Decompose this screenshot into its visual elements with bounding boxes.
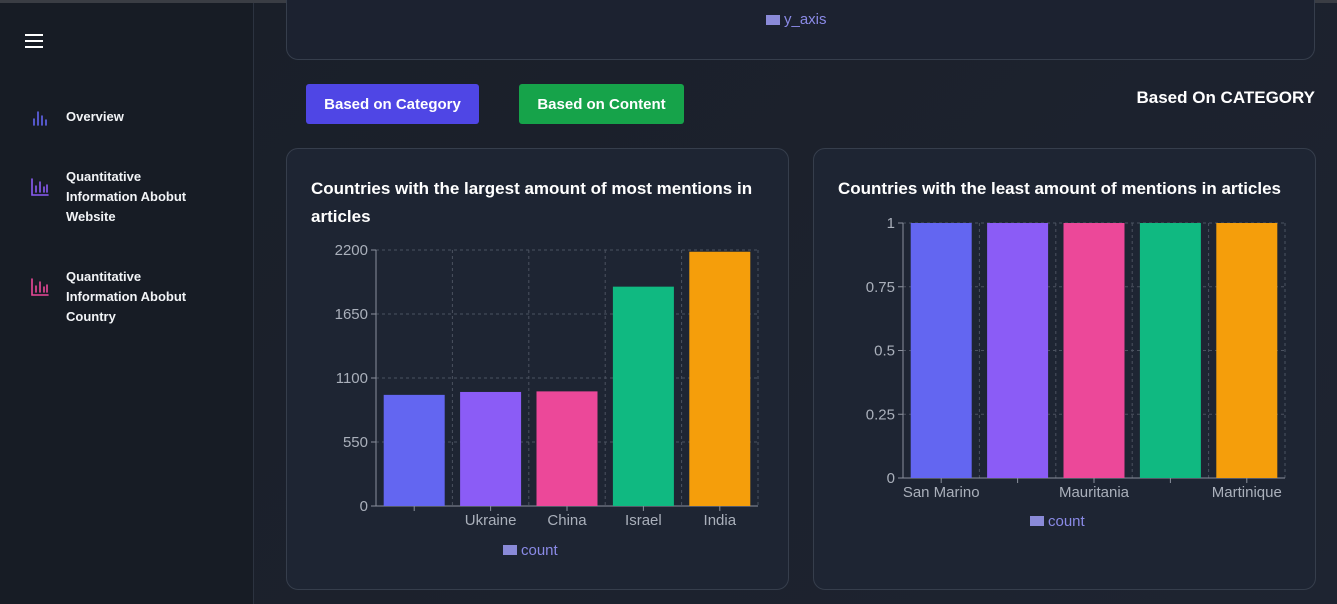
bar[interactable] [987,223,1049,478]
bar[interactable] [383,394,445,506]
y-tick-label: 0.5 [874,343,895,360]
bar-chart-box-icon [31,178,49,196]
least-mentions-bar-chart: 0 0.25 0.5 0.75 1 San Marino Mauritania Martini… [866,215,1286,530]
menu-icon[interactable] [25,34,43,48]
chart-card-least-mentions: Countries with the least amount of menti… [813,148,1316,590]
bar[interactable] [1063,223,1125,478]
legend-label: y_axis [784,11,827,28]
sidebar-item-label: Overview [66,109,124,124]
x-tick-label: Ukraine [465,512,517,529]
y-tick-label: 550 [343,434,368,451]
legend-swatch [766,14,780,25]
bar-chart-box-icon [31,278,49,296]
bar[interactable] [460,391,522,506]
previous-chart-card: y_axis [286,0,1315,60]
bar[interactable] [910,223,972,478]
sidebar-item-overview[interactable]: Overview [30,107,206,128]
sidebar-item-country[interactable]: Quantitative Information Abobut Country [30,267,206,327]
bar[interactable] [689,251,751,506]
x-tick-label: Israel [625,512,662,529]
legend-label[interactable]: count [1048,513,1086,530]
bar[interactable] [612,286,674,506]
sidebar: Overview Quantitative Information Abobut… [0,3,254,604]
bar[interactable] [1139,223,1201,478]
y-tick-label: 0.75 [866,279,895,296]
x-tick-label: San Marino [903,484,980,501]
y-tick-label: 1 [887,215,895,232]
main-content: y_axis Based on Category Based on Conten… [254,0,1337,604]
legend-swatch[interactable] [503,545,517,555]
sidebar-item-label: Quantitative Information Abobut Country [66,269,187,324]
chart-card-most-mentions: Countries with the largest amount of mos… [286,148,789,590]
x-tick-label: China [547,512,587,529]
bar[interactable] [536,391,598,506]
y-tick-label: 1650 [335,306,368,323]
bar[interactable] [1216,223,1278,478]
section-title: Based On CATEGORY [1136,88,1315,107]
based-on-category-button[interactable]: Based on Category [306,84,479,124]
based-on-content-button[interactable]: Based on Content [519,84,684,124]
y-tick-label: 0.25 [866,406,895,423]
y-tick-label: 0 [360,498,368,515]
legend-swatch[interactable] [1030,516,1044,526]
y-tick-label: 0 [887,470,895,487]
y-tick-label: 2200 [335,242,368,259]
x-tick-label: India [704,512,737,529]
bar-chart-icon [33,111,47,126]
sidebar-item-website[interactable]: Quantitative Information Abobut Website [30,167,206,227]
most-mentions-bar-chart: 0 550 1100 1650 2200 Ukraine China Israel India c… [335,242,759,559]
x-tick-label: Mauritania [1059,484,1130,501]
sidebar-item-label: Quantitative Information Abobut Website [66,169,187,224]
y-tick-label: 1100 [336,370,368,387]
chart-legend[interactable]: y_axis [766,11,827,28]
legend-label[interactable]: count [521,542,559,559]
x-tick-label: Martinique [1212,484,1282,501]
